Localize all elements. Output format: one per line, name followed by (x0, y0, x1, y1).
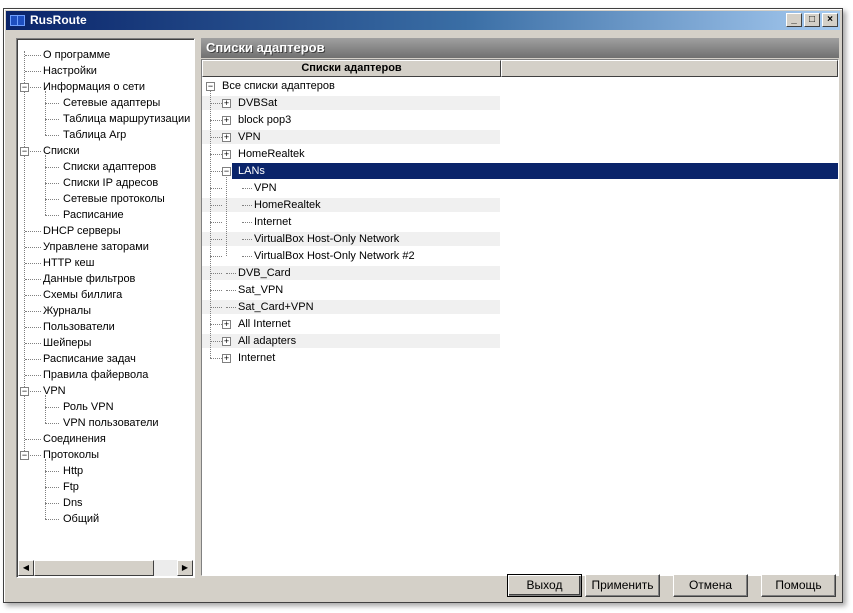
apply-button[interactable]: Применить (585, 574, 660, 597)
horizontal-scrollbar[interactable]: ◀ ▶ (18, 560, 193, 576)
maximize-button[interactable]: □ (804, 13, 820, 27)
sidebar-item-http[interactable]: Http (63, 463, 83, 479)
sidebar-item-сетевые-адаптеры[interactable]: Сетевые адаптеры (63, 95, 160, 111)
scroll-thumb[interactable] (34, 560, 154, 576)
close-button[interactable]: × (822, 13, 838, 27)
sidebar-item-настройки[interactable]: Настройки (43, 63, 97, 79)
list-item[interactable]: Internet (238, 350, 275, 366)
sidebar-item-общий[interactable]: Общий (63, 511, 99, 527)
sidebar-item-пользователи[interactable]: Пользователи (43, 319, 115, 335)
sidebar-item-о-программе[interactable]: О программе (43, 47, 110, 63)
list-item[interactable]: VPN (254, 180, 277, 196)
list-item[interactable]: HomeRealtek (238, 146, 305, 162)
expand-icon[interactable]: + (222, 320, 231, 329)
list-item[interactable]: VirtualBox Host-Only Network (254, 231, 399, 247)
sidebar-item-роль-vpn[interactable]: Роль VPN (63, 399, 114, 415)
sidebar-item-списки-ip-адресов[interactable]: Списки IP адресов (63, 175, 158, 191)
sidebar-item-http-кеш[interactable]: HTTP кеш (43, 255, 94, 271)
sidebar-item-dns[interactable]: Dns (63, 495, 83, 511)
cancel-button[interactable]: Отмена (673, 574, 748, 597)
minimize-button[interactable]: _ (786, 13, 802, 27)
help-button[interactable]: Помощь (761, 574, 836, 597)
column-header-empty[interactable] (501, 60, 838, 77)
collapse-icon[interactable]: − (20, 451, 29, 460)
sidebar-item-dhcp-серверы[interactable]: DHCP серверы (43, 223, 121, 239)
expand-icon[interactable]: + (222, 150, 231, 159)
sidebar-item-таблица-arp[interactable]: Таблица Arp (63, 127, 126, 143)
sidebar-item-расписание[interactable]: Расписание (63, 207, 124, 223)
expand-icon[interactable]: + (222, 337, 231, 346)
sidebar-item-информация-о-сети[interactable]: Информация о сети (43, 79, 145, 95)
sidebar-item-журналы[interactable]: Журналы (43, 303, 91, 319)
content-panel: Списки адаптеров Списки адаптеров − Все с… (201, 38, 839, 576)
column-header-adapter-lists[interactable]: Списки адаптеров (202, 60, 501, 77)
list-item[interactable]: DVB_Card (238, 265, 291, 281)
sidebar-item-схемы-биллига[interactable]: Схемы биллига (43, 287, 122, 303)
window-title: RusRoute (30, 13, 87, 27)
expand-icon[interactable]: + (222, 354, 231, 363)
sidebar-item-vpn[interactable]: VPN (43, 383, 66, 399)
scroll-left-button[interactable]: ◀ (18, 560, 34, 576)
list-item[interactable]: HomeRealtek (254, 197, 321, 213)
collapse-icon[interactable]: − (20, 83, 29, 92)
expand-icon[interactable]: + (222, 99, 231, 108)
selected-row-highlight (232, 163, 838, 179)
sidebar-item-расписание-задач[interactable]: Расписание задач (43, 351, 136, 367)
sidebar-item-данные-фильтров[interactable]: Данные фильтров (43, 271, 135, 287)
sidebar-item-ftp[interactable]: Ftp (63, 479, 79, 495)
list-item[interactable]: block pop3 (238, 112, 291, 128)
list-item[interactable]: Sat_Card+VPN (238, 299, 314, 315)
app-icon (10, 14, 26, 27)
expand-icon[interactable]: + (222, 133, 231, 142)
sidebar-item-таблица-маршрутизации[interactable]: Таблица маршрутизации (63, 111, 190, 127)
title-bar[interactable]: RusRoute _ □ × (6, 11, 840, 30)
list-item[interactable]: Все списки адаптеров (222, 78, 335, 94)
collapse-icon[interactable]: − (20, 147, 29, 156)
list-item[interactable]: VirtualBox Host-Only Network #2 (254, 248, 415, 264)
main-window: RusRoute _ □ × ◀ ▶ О программе Настройки −… (3, 8, 843, 603)
list-item[interactable]: Sat_VPN (238, 282, 283, 298)
list-item[interactable]: VPN (238, 129, 261, 145)
navigation-tree[interactable]: ◀ ▶ О программе Настройки − Информация о се… (16, 38, 195, 578)
sidebar-item-соединения[interactable]: Соединения (43, 431, 106, 447)
sidebar-item-правила-файервола[interactable]: Правила файервола (43, 367, 148, 383)
sidebar-item-сетевые-протоколы[interactable]: Сетевые протоколы (63, 191, 165, 207)
sidebar-item-протоколы[interactable]: Протоколы (43, 447, 99, 463)
panel-title: Списки адаптеров (201, 38, 839, 58)
exit-button[interactable]: Выход (507, 574, 582, 597)
collapse-icon[interactable]: − (20, 387, 29, 396)
list-item[interactable]: All Internet (238, 316, 291, 332)
sidebar-item-списки[interactable]: Списки (43, 143, 80, 159)
sidebar-item-шейперы[interactable]: Шейперы (43, 335, 91, 351)
sidebar-item-списки-адаптеров[interactable]: Списки адаптеров (63, 159, 156, 175)
sidebar-item-vpn-пользователи[interactable]: VPN пользователи (63, 415, 159, 431)
list-item[interactable]: All adapters (238, 333, 296, 349)
expand-icon[interactable]: + (222, 116, 231, 125)
list-item[interactable]: DVBSat (238, 95, 277, 111)
sidebar-item-управлене-заторами[interactable]: Управлене заторами (43, 239, 149, 255)
adapter-lists-tree[interactable]: Списки адаптеров − Все списки адаптеров + D… (201, 59, 839, 576)
scroll-right-button[interactable]: ▶ (177, 560, 193, 576)
list-item[interactable]: LANs (235, 163, 268, 179)
list-item[interactable]: Internet (254, 214, 291, 230)
